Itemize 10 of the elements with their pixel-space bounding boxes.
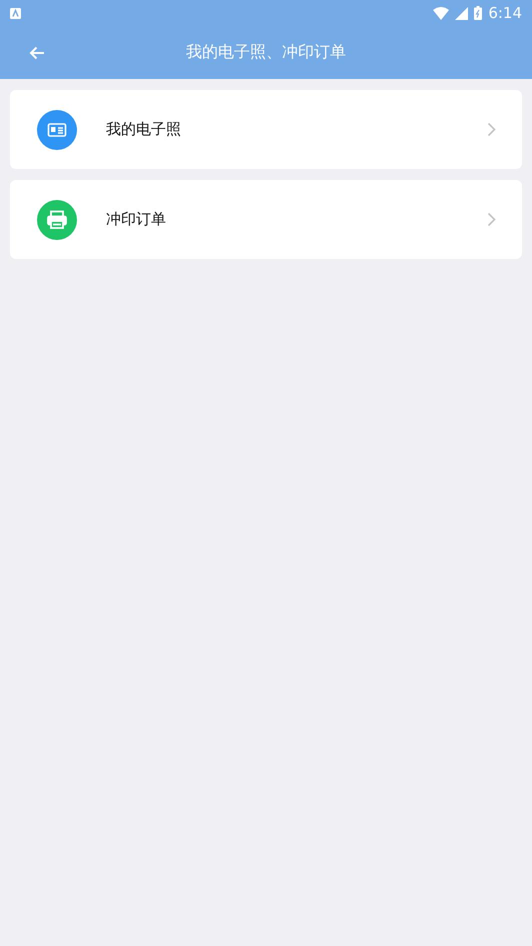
notification-icon [10,8,21,18]
chevron-right-icon [487,122,496,137]
chevron-right-icon [487,212,496,227]
menu-item[interactable]: 我的电子照 [10,90,522,169]
menu-item[interactable]: 冲印订单 [10,180,522,259]
page-title: 我的电子照、冲印订单 [186,42,346,61]
battery-icon [474,6,482,20]
signal-icon [455,6,468,20]
status-time: 6:14 [488,4,522,22]
wifi-icon [433,6,450,20]
